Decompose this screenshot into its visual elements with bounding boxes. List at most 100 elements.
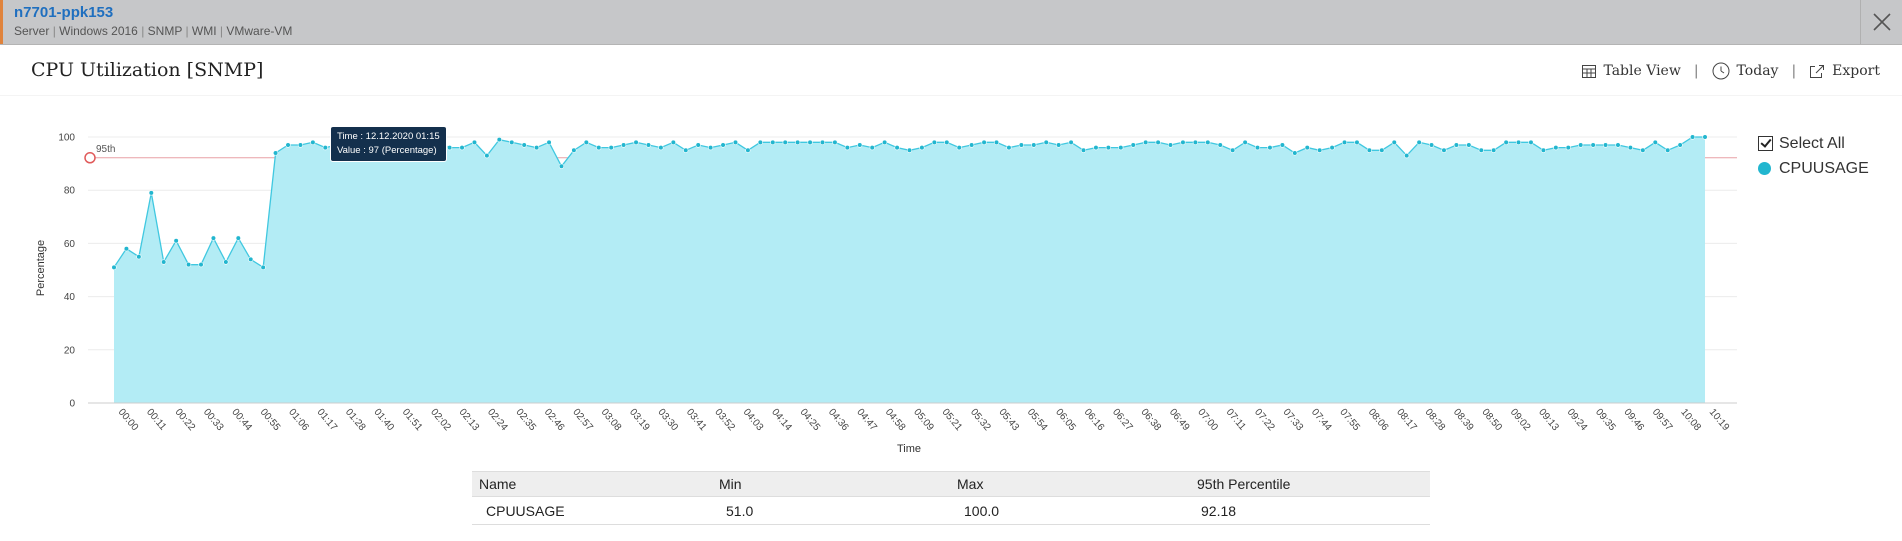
cpu-utilization-chart[interactable]: 0 20 40 60 80 100 95th 00:00 00:11 00:22 00:33 00:4… [0,0,1902,541]
data-point [1341,139,1348,145]
data-point [708,145,714,151]
x-tick-label: 02:46 [542,407,567,434]
data-point [956,145,962,151]
data-point [1267,145,1273,151]
x-tick-label: 01:40 [371,407,396,434]
data-point [185,262,192,268]
x-tick-label: 08:17 [1394,407,1419,434]
data-point [1565,145,1571,151]
series-dot-icon [1758,162,1771,175]
data-point [1279,142,1285,148]
x-tick-label: 00:22 [173,407,198,434]
column-header: Min [719,471,957,497]
summary-table: Name Min Max 95th Percentile CPUUSAGE 51… [472,471,1430,525]
legend-item-cpuusage[interactable]: CPUUSAGE [1758,156,1869,181]
data-point [1031,142,1037,148]
data-point [1366,147,1372,153]
data-point [1503,139,1509,145]
table-cell: CPUUSAGE [472,496,719,525]
data-point [645,142,652,148]
x-tick-label: 02:24 [485,407,510,434]
data-point [1578,142,1584,148]
x-tick-label: 10:19 [1707,407,1732,434]
x-tick-label: 07:44 [1309,407,1334,434]
x-tick-label: 10:08 [1678,407,1703,434]
x-tick-label: 07:11 [1224,407,1248,433]
data-point [1478,147,1484,153]
x-tick-label: 00:55 [258,407,283,434]
data-point [670,139,676,145]
table-cell: 51.0 [719,496,957,525]
x-tick-label: 02:57 [570,407,595,434]
data-point [1230,147,1236,153]
x-tick-label: 01:28 [343,407,368,434]
data-point [869,145,875,151]
x-tick-label: 04:14 [769,407,794,434]
x-tick-label: 05:43 [996,407,1021,434]
data-point [969,142,975,148]
y-tick-label: 80 [64,186,76,197]
data-point [1453,142,1460,148]
x-tick-label: 08:39 [1451,407,1476,434]
data-point [1093,145,1099,151]
select-all-checkbox[interactable]: Select All [1758,131,1869,156]
x-tick-label: 04:03 [741,407,766,434]
data-point [123,246,130,252]
x-tick-label: 06:16 [1082,407,1107,434]
x-tick-label: 08:28 [1423,407,1448,434]
data-point [1192,139,1198,145]
data-point [248,256,254,262]
data-point [459,145,465,151]
x-tick-label: 09:02 [1508,407,1533,434]
x-tick-label: 03:52 [712,407,737,434]
x-tick-label: 09:46 [1621,407,1646,434]
data-point [1602,142,1609,148]
data-point [571,147,577,153]
data-point [807,139,813,145]
data-point [310,139,316,145]
data-point [844,145,850,151]
data-point [1652,139,1658,145]
data-point [906,147,913,153]
data-point [894,145,900,151]
y-tick-label: 60 [64,239,76,250]
data-point [136,254,142,260]
data-point [931,139,937,145]
percentile-marker [84,152,96,164]
x-tick-label: 09:35 [1593,407,1618,434]
data-point [1068,139,1074,145]
x-tick-label: 01:06 [286,407,311,434]
data-point [322,145,328,151]
data-point [1640,147,1646,153]
data-point [819,139,826,145]
data-point [235,235,241,241]
data-point [1304,145,1310,151]
x-tick-label: 06:38 [1138,407,1163,434]
data-point [608,145,614,151]
data-point [297,142,304,148]
data-point [1242,139,1248,145]
y-tick-label: 0 [69,399,75,410]
x-tick-label: 00:33 [201,407,226,434]
column-header: 95th Percentile [1197,471,1430,497]
data-point [1528,139,1534,145]
data-point [993,139,1000,145]
select-all-label: Select All [1779,134,1845,152]
y-tick-label: 40 [64,292,76,303]
x-tick-label: 06:05 [1053,407,1078,434]
data-point [1043,139,1049,145]
data-point [1379,147,1385,153]
chart-tooltip: Time : 12.12.2020 01:15 Value : 97 (Perc… [330,126,447,162]
data-point [471,139,478,145]
x-tick-label: 05:54 [1025,407,1050,434]
x-tick-label: 01:51 [400,407,425,434]
data-point [1702,134,1708,140]
tooltip-value: Value : 97 (Percentage) [337,145,437,156]
y-tick-label: 20 [64,345,76,356]
data-point [558,163,565,169]
data-point [210,235,217,241]
x-axis-title: Time [897,443,921,455]
x-tick-label: 08:50 [1479,407,1504,434]
data-point [1540,147,1547,153]
data-point [1354,139,1360,145]
